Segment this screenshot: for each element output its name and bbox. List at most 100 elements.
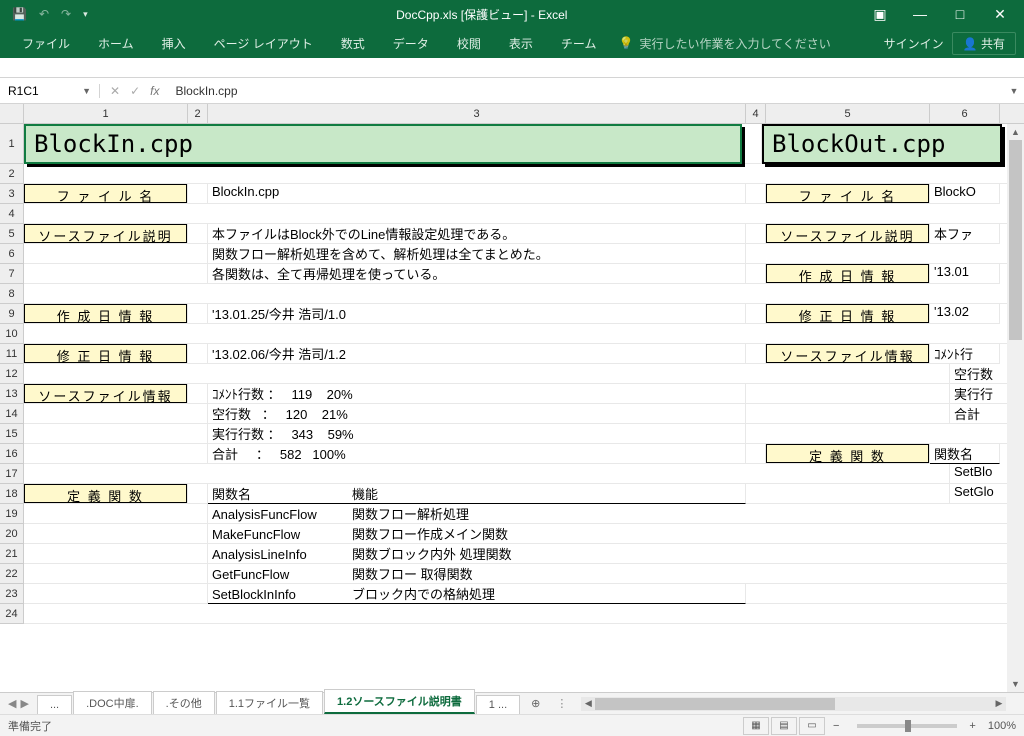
- row-header[interactable]: 23: [0, 584, 24, 604]
- close-button[interactable]: ✕: [984, 6, 1016, 23]
- row-header[interactable]: 2: [0, 164, 24, 184]
- tab-formulas[interactable]: 数式: [327, 28, 379, 58]
- tab-file[interactable]: ファイル: [8, 28, 84, 58]
- row-header[interactable]: 11: [0, 344, 24, 364]
- tab-page-layout[interactable]: ページ レイアウト: [200, 28, 327, 58]
- sign-in-link[interactable]: サインイン: [884, 35, 944, 52]
- share-button[interactable]: 👤 共有: [952, 32, 1016, 55]
- cell[interactable]: [188, 384, 208, 404]
- cell[interactable]: 実行行数 ： 343 59%: [208, 424, 746, 444]
- cell[interactable]: AnalysisLineInfo関数ブロック内外 処理関数: [208, 544, 1024, 564]
- tab-team[interactable]: チーム: [547, 28, 611, 58]
- zoom-level[interactable]: 100%: [988, 720, 1016, 732]
- redo-icon[interactable]: ↷: [61, 7, 71, 21]
- cell[interactable]: [746, 224, 766, 244]
- cell[interactable]: [24, 324, 1024, 344]
- row-header[interactable]: 17: [0, 464, 24, 484]
- maximize-button[interactable]: □: [944, 6, 976, 22]
- sheet-tab[interactable]: 1 ...: [476, 695, 520, 714]
- cell[interactable]: AnalysisFuncFlow関数フロー解析処理: [208, 504, 1024, 524]
- scroll-left-icon[interactable]: ◀: [581, 698, 595, 709]
- col-header[interactable]: 3: [208, 104, 746, 123]
- view-normal-icon[interactable]: ▦: [743, 717, 769, 735]
- sheet-nav-prev-icon[interactable]: ◀: [8, 697, 16, 710]
- cell[interactable]: [746, 584, 1024, 604]
- row-header[interactable]: 13: [0, 384, 24, 404]
- row-header[interactable]: 16: [0, 444, 24, 464]
- tell-me-search[interactable]: 💡 実行したい作業を入力してください: [618, 35, 830, 52]
- cell[interactable]: [746, 264, 766, 284]
- row-header[interactable]: 9: [0, 304, 24, 324]
- scroll-thumb[interactable]: [1009, 140, 1022, 340]
- row-header[interactable]: 3: [0, 184, 24, 204]
- vertical-scrollbar[interactable]: ▲ ▼: [1007, 124, 1024, 692]
- row-header[interactable]: 20: [0, 524, 24, 544]
- row-header[interactable]: 10: [0, 324, 24, 344]
- ribbon-display-icon[interactable]: ▣: [864, 6, 896, 23]
- cell[interactable]: 本ファ: [930, 224, 1000, 244]
- cell[interactable]: 定 義 関 数: [24, 484, 188, 504]
- cell[interactable]: [188, 484, 208, 504]
- cell[interactable]: ｺﾒﾝﾄ行数 ： 119 20%: [208, 384, 746, 404]
- tab-review[interactable]: 校閲: [443, 28, 495, 58]
- row-header[interactable]: 15: [0, 424, 24, 444]
- scroll-thumb[interactable]: [595, 698, 835, 710]
- scroll-track[interactable]: [1007, 140, 1024, 676]
- zoom-handle[interactable]: [905, 720, 911, 732]
- cell[interactable]: [24, 584, 208, 604]
- cell[interactable]: フ ァ イ ル 名: [766, 184, 930, 204]
- cell-filename-value[interactable]: BlockIn.cpp: [208, 184, 746, 204]
- tab-home[interactable]: ホーム: [84, 28, 148, 58]
- row-header[interactable]: 4: [0, 204, 24, 224]
- cell[interactable]: [24, 424, 208, 444]
- cell[interactable]: [24, 264, 208, 284]
- scroll-down-icon[interactable]: ▼: [1011, 676, 1020, 692]
- cell[interactable]: 修 正 日 情 報: [24, 344, 188, 364]
- cell[interactable]: [746, 344, 766, 364]
- row-header[interactable]: 22: [0, 564, 24, 584]
- cell[interactable]: [188, 344, 208, 364]
- zoom-out-button[interactable]: −: [833, 720, 839, 732]
- cell[interactable]: [24, 564, 208, 584]
- fx-icon[interactable]: fx: [150, 84, 167, 98]
- cell[interactable]: ｺﾒﾝﾄ行: [930, 344, 1000, 364]
- cell[interactable]: 作 成 日 情 報: [24, 304, 188, 324]
- sheet-tab[interactable]: .DOC中扉.: [73, 691, 152, 714]
- row-header[interactable]: 24: [0, 604, 24, 624]
- cell[interactable]: [24, 364, 950, 384]
- col-header[interactable]: 6: [930, 104, 1000, 123]
- select-all-corner[interactable]: [0, 104, 24, 123]
- name-box-dropdown-icon[interactable]: ▼: [82, 86, 91, 96]
- cell[interactable]: [746, 244, 1024, 264]
- cell[interactable]: 関数名機能: [208, 484, 746, 504]
- cell[interactable]: [24, 604, 1024, 624]
- view-page-break-icon[interactable]: ▭: [799, 717, 825, 735]
- cell[interactable]: 関数名: [930, 444, 1000, 464]
- zoom-in-button[interactable]: +: [969, 720, 975, 732]
- cell[interactable]: [24, 504, 208, 524]
- cell[interactable]: '13.02: [930, 304, 1000, 324]
- cell[interactable]: [24, 524, 208, 544]
- cells-area[interactable]: BlockIn.cpp BlockOut.cpp フ ァ イ ル 名 Block…: [24, 124, 1024, 624]
- cell[interactable]: ソースファイル説明: [24, 224, 188, 244]
- cell-title-right[interactable]: BlockOut.cpp: [762, 124, 1002, 164]
- col-header[interactable]: 2: [188, 104, 208, 123]
- cell[interactable]: 定 義 関 数: [766, 444, 930, 464]
- cell[interactable]: [24, 204, 1024, 224]
- cell[interactable]: [24, 284, 1024, 304]
- save-icon[interactable]: 💾: [12, 7, 27, 21]
- cell[interactable]: ソースファイル説明: [766, 224, 930, 244]
- zoom-slider[interactable]: [857, 724, 957, 728]
- cell[interactable]: '13.02.06/今井 浩司/1.2: [208, 344, 746, 364]
- cell[interactable]: '13.01.25/今井 浩司/1.0: [208, 304, 746, 324]
- cell[interactable]: [24, 544, 208, 564]
- col-header[interactable]: 4: [746, 104, 766, 123]
- cell[interactable]: ソースファイル情報: [24, 384, 188, 404]
- cell[interactable]: [742, 124, 762, 164]
- formula-expand-icon[interactable]: ▼: [1004, 86, 1024, 96]
- cell[interactable]: GetFuncFlow関数フロー 取得関数: [208, 564, 1024, 584]
- cell[interactable]: [24, 164, 1024, 184]
- horizontal-scrollbar[interactable]: ◀ ▶: [581, 697, 1006, 711]
- cell[interactable]: 修 正 日 情 報: [766, 304, 930, 324]
- cell[interactable]: [188, 304, 208, 324]
